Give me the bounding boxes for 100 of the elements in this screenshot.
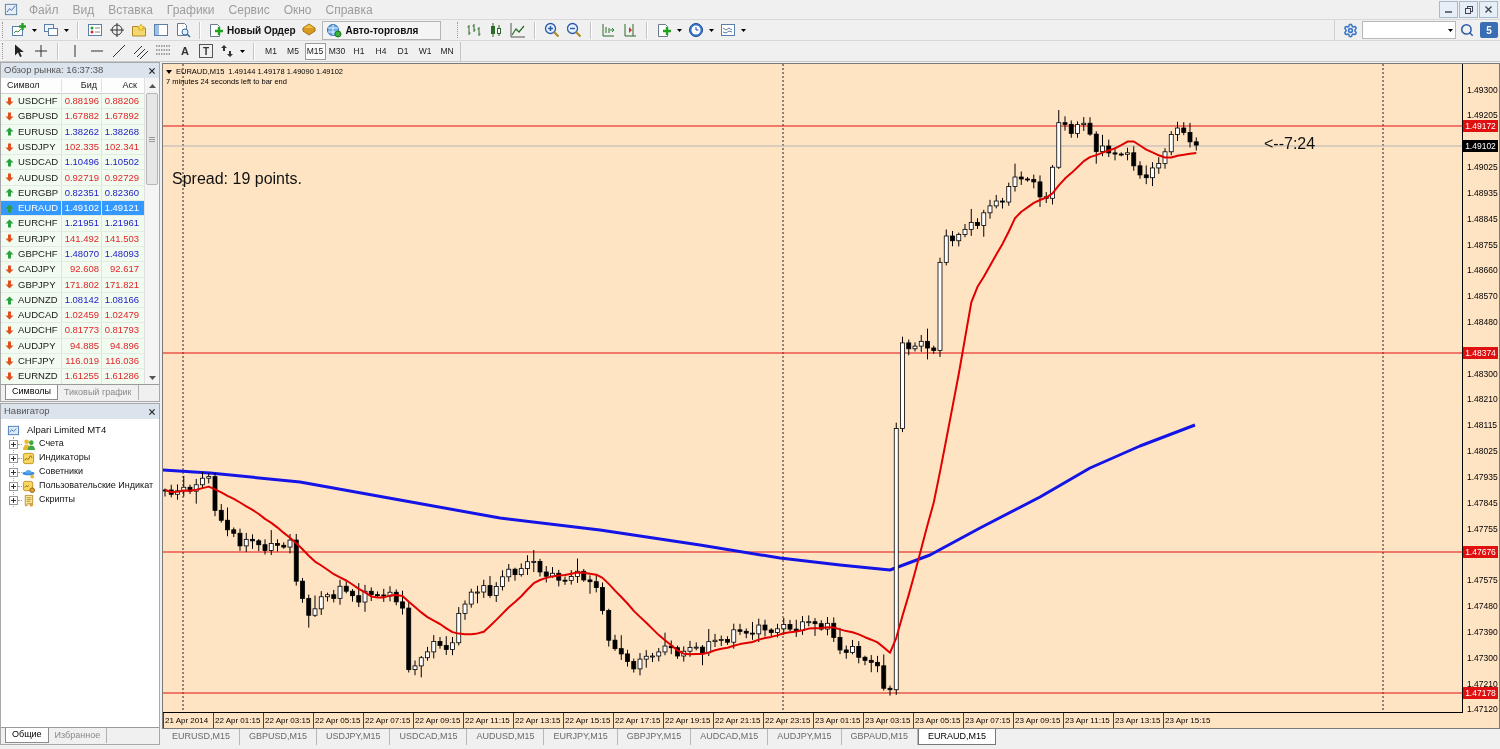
timeframe-button[interactable]: M30 [326, 42, 348, 60]
plus-box-icon[interactable] [9, 467, 18, 477]
chart-tab[interactable]: AUDUSD,M15 [467, 729, 545, 745]
panel-tab[interactable]: Общие [5, 728, 49, 743]
text-label-button[interactable]: T [199, 44, 213, 58]
autotrading-button[interactable]: Авто-торговля [321, 20, 442, 40]
plus-box-icon[interactable] [9, 439, 18, 449]
tree-item[interactable]: Скрипты [39, 493, 75, 507]
function-tile-icon[interactable] [22, 451, 35, 465]
tree-item[interactable]: Пользовательские Индикат [39, 479, 154, 493]
caret-icon[interactable] [240, 49, 245, 53]
chart-tab[interactable]: AUDCAD,M15 [691, 729, 769, 745]
document-magnifier-icon[interactable] [175, 22, 191, 38]
chart-plus-icon[interactable] [11, 22, 27, 38]
chart-shift-icon[interactable] [622, 22, 639, 38]
plus-box-icon[interactable] [9, 481, 18, 491]
windows-icon[interactable] [43, 22, 59, 38]
chart-tab[interactable]: AUDJPY,M15 [768, 729, 842, 745]
timeframe-button[interactable]: D1 [392, 42, 414, 60]
new-order-button[interactable]: Новый Ордер [206, 20, 298, 40]
search-field[interactable] [1362, 21, 1456, 39]
caret-icon[interactable] [1448, 28, 1453, 32]
line-chart-icon[interactable] [510, 22, 527, 38]
caret-icon[interactable] [741, 28, 747, 32]
timeframe-button[interactable]: H1 [348, 42, 370, 60]
scrollbar-thumb[interactable] [146, 93, 158, 185]
document-plus-icon[interactable] [656, 22, 673, 38]
chart-tab[interactable]: GBPAUD,M15 [841, 729, 918, 745]
quote-row[interactable]: EURCHF 1.21951 1.21961 [1, 216, 144, 232]
timeframe-button[interactable]: MN [436, 42, 458, 60]
tree-item[interactable]: Alpari Limited MT4 [27, 422, 107, 438]
timeframe-button[interactable]: M5 [282, 42, 304, 60]
quotes-window-icon[interactable] [87, 22, 103, 38]
function-gear-icon[interactable] [22, 479, 35, 493]
chart-tab[interactable]: GBPJPY,M15 [617, 729, 692, 745]
quote-row[interactable]: AUDCAD 1.02459 1.02479 [1, 308, 144, 324]
bar-chart-icon[interactable] [466, 22, 483, 38]
caret-icon[interactable] [709, 28, 715, 32]
quote-row[interactable]: USDCHF 0.88196 0.88206 [1, 94, 144, 110]
tree-item[interactable]: Советники [39, 465, 83, 479]
column-header[interactable]: Бид [61, 78, 101, 93]
caret-icon[interactable] [677, 28, 683, 32]
chart-tab[interactable]: USDCAD,M15 [390, 729, 468, 745]
column-header[interactable]: Символ [1, 78, 61, 93]
close-icon[interactable] [1485, 6, 1492, 13]
crosshair-icon[interactable] [109, 22, 125, 38]
crosshair-icon[interactable] [33, 43, 49, 59]
minimize-button[interactable] [1439, 1, 1458, 18]
template-icon[interactable] [720, 22, 737, 38]
scroll-up-icon[interactable] [148, 84, 156, 88]
timeframe-button[interactable]: W1 [414, 42, 436, 60]
caret-icon[interactable] [64, 28, 69, 32]
tree-item[interactable]: Счета [39, 437, 64, 451]
quote-row[interactable]: GBPUSD 1.67882 1.67892 [1, 109, 144, 125]
close-icon[interactable] [149, 408, 155, 415]
chart-tab[interactable]: USDJPY,M15 [317, 729, 391, 745]
chart-tab[interactable]: EURUSD,M15 [163, 729, 240, 745]
column-header[interactable]: Аск [101, 78, 141, 93]
trend-line-icon[interactable] [111, 43, 127, 59]
scrollbar[interactable] [144, 78, 159, 384]
close-button[interactable] [1479, 1, 1498, 18]
zoom-out-icon[interactable] [566, 22, 583, 38]
quote-row[interactable]: AUDUSD 0.92719 0.92729 [1, 170, 144, 186]
timeframe-button[interactable]: M15 [304, 42, 326, 60]
quote-row[interactable]: CADJPY 92.608 92.617 [1, 262, 144, 278]
chart-tab[interactable]: EURJPY,M15 [544, 729, 618, 745]
caret-icon[interactable] [32, 28, 37, 32]
gear-icon[interactable] [1343, 22, 1358, 38]
close-icon[interactable] [149, 67, 155, 74]
panel-window-icon[interactable] [153, 22, 169, 38]
timeframe-button[interactable]: M1 [260, 42, 282, 60]
text-tool-button[interactable]: A [177, 42, 193, 60]
restore-button[interactable] [1459, 1, 1478, 18]
document-plus-icon[interactable] [208, 22, 224, 38]
quote-row[interactable]: AUDCHF 0.81773 0.81793 [1, 323, 144, 339]
app-icon[interactable] [4, 2, 19, 17]
quote-row[interactable]: CHFJPY 116.019 116.036 [1, 354, 144, 370]
dropdown-triangle-icon[interactable] [166, 69, 172, 74]
chart-tab[interactable]: GBPUSD,M15 [240, 729, 318, 745]
zoom-in-icon[interactable] [544, 22, 561, 38]
channel-icon[interactable] [133, 43, 149, 59]
quote-row[interactable]: EURNZD 1.61255 1.61286 [1, 369, 144, 385]
community-button[interactable]: 5 [1480, 22, 1498, 38]
restore-icon[interactable] [1464, 5, 1473, 14]
plus-box-icon[interactable] [9, 453, 18, 463]
clock-icon[interactable] [688, 22, 705, 38]
horizontal-line[interactable] [163, 551, 1462, 553]
tree-item[interactable]: Индикаторы [39, 451, 91, 465]
timeframe-button[interactable]: H4 [370, 42, 392, 60]
arrow-marker-icon[interactable] [219, 43, 235, 59]
plus-box-icon[interactable] [9, 495, 18, 505]
chart-tab[interactable]: EURAUD,M15 [917, 729, 996, 745]
diamond-icon[interactable] [300, 22, 317, 38]
folder-star-icon[interactable] [131, 22, 147, 38]
chart-window-icon[interactable] [7, 423, 20, 437]
globe-icon[interactable] [325, 22, 342, 38]
scroll-down-icon[interactable] [148, 376, 156, 380]
panel-tab[interactable]: Символы [5, 385, 58, 400]
search-icon[interactable] [1460, 23, 1474, 37]
quote-row[interactable]: USDCAD 1.10496 1.10502 [1, 155, 144, 171]
